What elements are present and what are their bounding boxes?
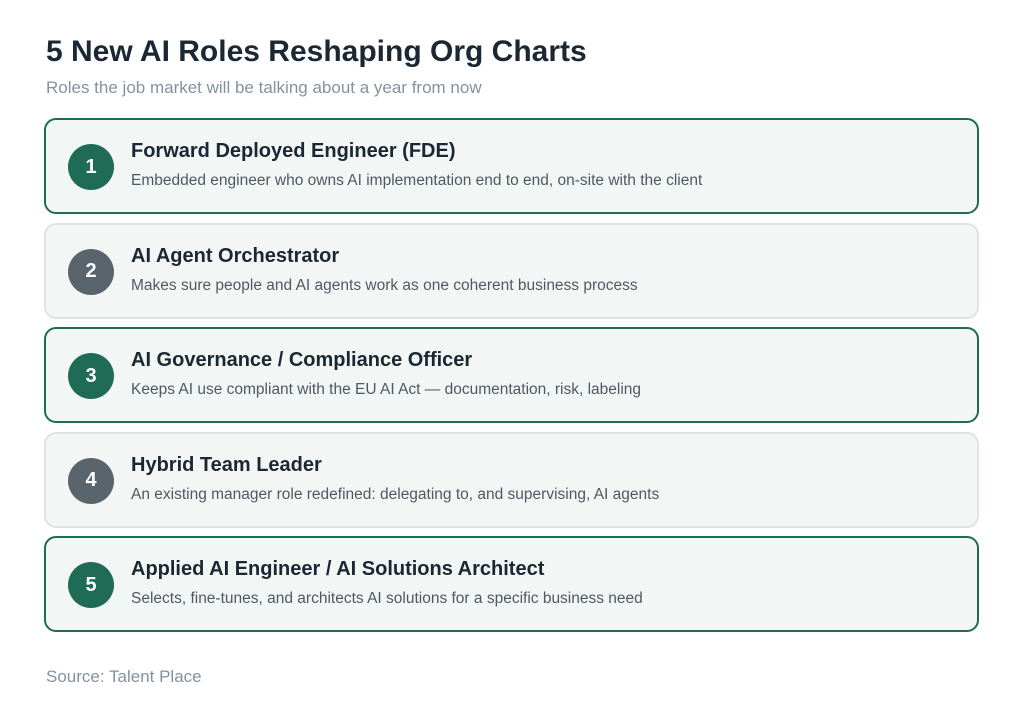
role-number-badge: 5 <box>68 562 114 608</box>
role-title: Applied AI Engineer / AI Solutions Archi… <box>131 558 545 580</box>
role-title: AI Governance / Compliance Officer <box>131 349 473 371</box>
role-card-4: 4 Hybrid Team Leader An existing manager… <box>44 431 979 528</box>
roles-list: 1 Forward Deployed Engineer (FDE) Embedd… <box>44 118 979 641</box>
role-description: Embedded engineer who owns AI implementa… <box>131 172 703 189</box>
role-number-badge: 2 <box>68 248 114 295</box>
page-title: 5 New AI Roles Reshaping Org Charts <box>46 35 587 68</box>
role-title: AI Agent Orchestrator <box>131 244 340 267</box>
role-number-badge: 4 <box>68 457 114 504</box>
role-card-3: 3 AI Governance / Compliance Officer Kee… <box>44 327 979 423</box>
source-note: Source: Talent Place <box>46 667 202 686</box>
role-description: Selects, fine-tunes, and architects AI s… <box>131 590 643 607</box>
role-description: Makes sure people and AI agents work as … <box>131 276 638 294</box>
role-number-badge: 3 <box>68 353 114 399</box>
role-card-5: 5 Applied AI Engineer / AI Solutions Arc… <box>44 536 979 632</box>
role-number-badge: 1 <box>68 144 114 190</box>
role-title: Forward Deployed Engineer (FDE) <box>131 140 456 162</box>
page-subtitle: Roles the job market will be talking abo… <box>46 78 482 97</box>
role-description: An existing manager role redefined: dele… <box>131 485 660 503</box>
role-card-2: 2 AI Agent Orchestrator Makes sure peopl… <box>44 222 979 319</box>
role-description: Keeps AI use compliant with the EU AI Ac… <box>131 381 642 398</box>
role-card-1: 1 Forward Deployed Engineer (FDE) Embedd… <box>44 118 979 214</box>
role-title: Hybrid Team Leader <box>131 453 322 476</box>
